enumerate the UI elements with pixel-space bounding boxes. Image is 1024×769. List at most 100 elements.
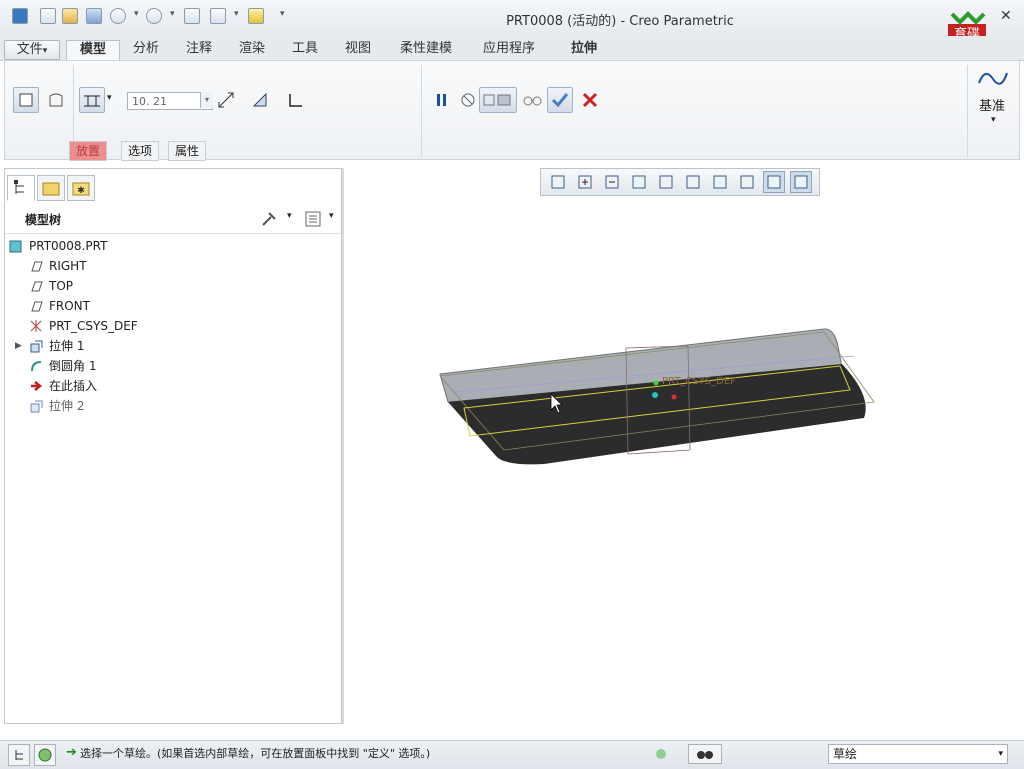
undo-dropdown-icon[interactable]: ▾ bbox=[134, 9, 139, 19]
tree-settings-dropdown-icon[interactable]: ▾ bbox=[287, 211, 292, 221]
navigator-toggle-button[interactable] bbox=[8, 744, 30, 766]
show-columns-button[interactable] bbox=[303, 209, 323, 229]
flip-direction-icon bbox=[218, 92, 234, 108]
close-window-icon[interactable] bbox=[248, 8, 264, 24]
windows-icon[interactable] bbox=[210, 8, 226, 24]
datum-group-button[interactable]: 基准 ▾ bbox=[975, 65, 1015, 129]
open-icon[interactable] bbox=[62, 8, 78, 24]
datum-display-button[interactable] bbox=[736, 171, 758, 193]
windows-dropdown-icon[interactable]: ▾ bbox=[234, 9, 239, 19]
refit-button[interactable] bbox=[547, 171, 569, 193]
redo-icon[interactable] bbox=[146, 8, 162, 24]
extrude-solid-button[interactable] bbox=[13, 87, 39, 113]
title-bar: ▾ ▾ ▾ ▾ PRT0008 (活动的) - Creo Parametric … bbox=[0, 0, 1024, 56]
tab-annotate[interactable]: 注释 bbox=[175, 40, 223, 60]
selection-filter-select[interactable]: 草绘 ▾ bbox=[828, 744, 1008, 764]
flip-direction-button[interactable] bbox=[213, 87, 239, 113]
datum-label: 基准 bbox=[979, 99, 1006, 114]
tree-item-1[interactable]: RIGHT bbox=[29, 257, 305, 275]
annotation-display-button[interactable] bbox=[790, 171, 812, 193]
regenerate-icon[interactable] bbox=[184, 8, 200, 24]
tab-extrude[interactable]: 拉伸 bbox=[556, 40, 612, 60]
tab-flexible-modeling[interactable]: 柔性建模 bbox=[387, 40, 465, 60]
remove-material-button[interactable] bbox=[247, 87, 273, 113]
no-preview-button[interactable] bbox=[455, 87, 481, 113]
customize-icon[interactable]: ▾ bbox=[280, 9, 285, 19]
extrude-surface-button[interactable] bbox=[43, 87, 69, 113]
tree-settings-button[interactable] bbox=[259, 209, 279, 229]
pause-button[interactable] bbox=[429, 87, 455, 113]
display-style-icon bbox=[659, 175, 673, 189]
tree-header: 模型树 ▾ ▾ bbox=[5, 205, 341, 234]
tab-applications[interactable]: 应用程序 bbox=[470, 40, 548, 60]
round-icon bbox=[31, 361, 42, 372]
tree-item-5[interactable]: ▶ 拉伸 1 bbox=[15, 337, 305, 355]
window-title: PRT0008 (活动的) - Creo Parametric bbox=[506, 14, 734, 29]
depth-value-input[interactable]: 10. 21 bbox=[127, 92, 213, 110]
datum-plane-icon bbox=[31, 261, 43, 272]
tree-item-2[interactable]: TOP bbox=[29, 277, 305, 295]
depth-option-button[interactable] bbox=[79, 87, 105, 113]
thicken-button[interactable] bbox=[283, 87, 309, 113]
favorites-tab[interactable]: ✱ bbox=[67, 175, 95, 201]
zoom-out-button[interactable] bbox=[601, 171, 623, 193]
cancel-button[interactable] bbox=[577, 87, 603, 113]
tab-render[interactable]: 渲染 bbox=[228, 40, 276, 60]
thicken-icon bbox=[289, 94, 302, 107]
tools-icon bbox=[262, 212, 276, 226]
display-style-button[interactable] bbox=[655, 171, 677, 193]
repaint-icon bbox=[632, 175, 646, 189]
redo-dropdown-icon[interactable]: ▾ bbox=[170, 9, 175, 19]
undo-icon[interactable] bbox=[110, 8, 126, 24]
zoom-in-button[interactable] bbox=[574, 171, 596, 193]
tab-tools[interactable]: 工具 bbox=[281, 40, 329, 60]
tree-icon bbox=[14, 180, 24, 194]
tree-item-0[interactable]: PRT0008.PRT bbox=[9, 237, 305, 255]
tab-model[interactable]: 模型 bbox=[66, 40, 120, 61]
repaint-button[interactable] bbox=[628, 171, 650, 193]
graphics-area[interactable]: PRT_CSYS_DEF bbox=[344, 196, 1024, 736]
verify-button[interactable] bbox=[519, 87, 545, 113]
tab-properties[interactable]: 属性 bbox=[168, 141, 207, 161]
tree-item-7[interactable]: 在此插入 bbox=[29, 377, 305, 395]
find-button[interactable] bbox=[688, 744, 722, 764]
saved-orientations-button[interactable] bbox=[682, 171, 704, 193]
folder-browser-tab[interactable] bbox=[37, 175, 65, 201]
spin-center-button[interactable] bbox=[763, 171, 785, 193]
ok-button[interactable] bbox=[547, 87, 573, 113]
save-icon[interactable] bbox=[86, 8, 102, 24]
tree-item-label: 倒圆角 1 bbox=[49, 359, 97, 373]
close-window-button[interactable]: ✕ bbox=[1000, 8, 1012, 24]
tree-item-3[interactable]: FRONT bbox=[29, 297, 305, 315]
datum-plane-icon bbox=[31, 301, 43, 312]
csys-label: PRT_CSYS_DEF bbox=[662, 376, 736, 387]
tab-options[interactable]: 选项 bbox=[121, 141, 160, 161]
show-dropdown-icon[interactable]: ▾ bbox=[329, 211, 334, 221]
tab-placement[interactable]: 放置 bbox=[69, 141, 108, 161]
view-manager-button[interactable] bbox=[709, 171, 731, 193]
model-tree-tab[interactable] bbox=[7, 175, 35, 201]
tree-item-label: TOP bbox=[49, 279, 74, 293]
app-icon[interactable] bbox=[12, 8, 28, 24]
tree-item-4[interactable]: PRT_CSYS_DEF bbox=[29, 317, 305, 335]
datum-curve-icon bbox=[978, 72, 1008, 85]
status-arrow-icon: ➔ bbox=[66, 745, 77, 760]
depth-dropdown-icon[interactable]: ▾ bbox=[107, 93, 112, 103]
ribbon-panel: ▾ 10. 21 ▾ 基准 ▾ 放置 选项 属性 bbox=[4, 60, 1020, 161]
csys-icon bbox=[30, 320, 42, 332]
new-icon[interactable] bbox=[40, 8, 56, 24]
cancel-x-icon bbox=[582, 92, 598, 108]
csys-display-icon bbox=[794, 175, 808, 189]
tree-icon bbox=[15, 750, 23, 760]
preview-toggle-button[interactable] bbox=[479, 87, 517, 113]
binoculars-icon bbox=[697, 751, 713, 759]
browser-toggle-button[interactable] bbox=[34, 744, 56, 766]
tree-item-label: FRONT bbox=[49, 299, 90, 313]
tree-item-8[interactable]: 拉伸 2 bbox=[29, 397, 305, 415]
tree-item-6[interactable]: 倒圆角 1 bbox=[29, 357, 305, 375]
tab-view[interactable]: 视图 bbox=[334, 40, 382, 60]
tab-analysis[interactable]: 分析 bbox=[122, 40, 170, 60]
expand-icon[interactable]: ▶ bbox=[15, 337, 22, 355]
tab-file[interactable]: 文件▾ bbox=[4, 40, 60, 60]
chevron-down-icon: ▾ bbox=[998, 749, 1003, 759]
